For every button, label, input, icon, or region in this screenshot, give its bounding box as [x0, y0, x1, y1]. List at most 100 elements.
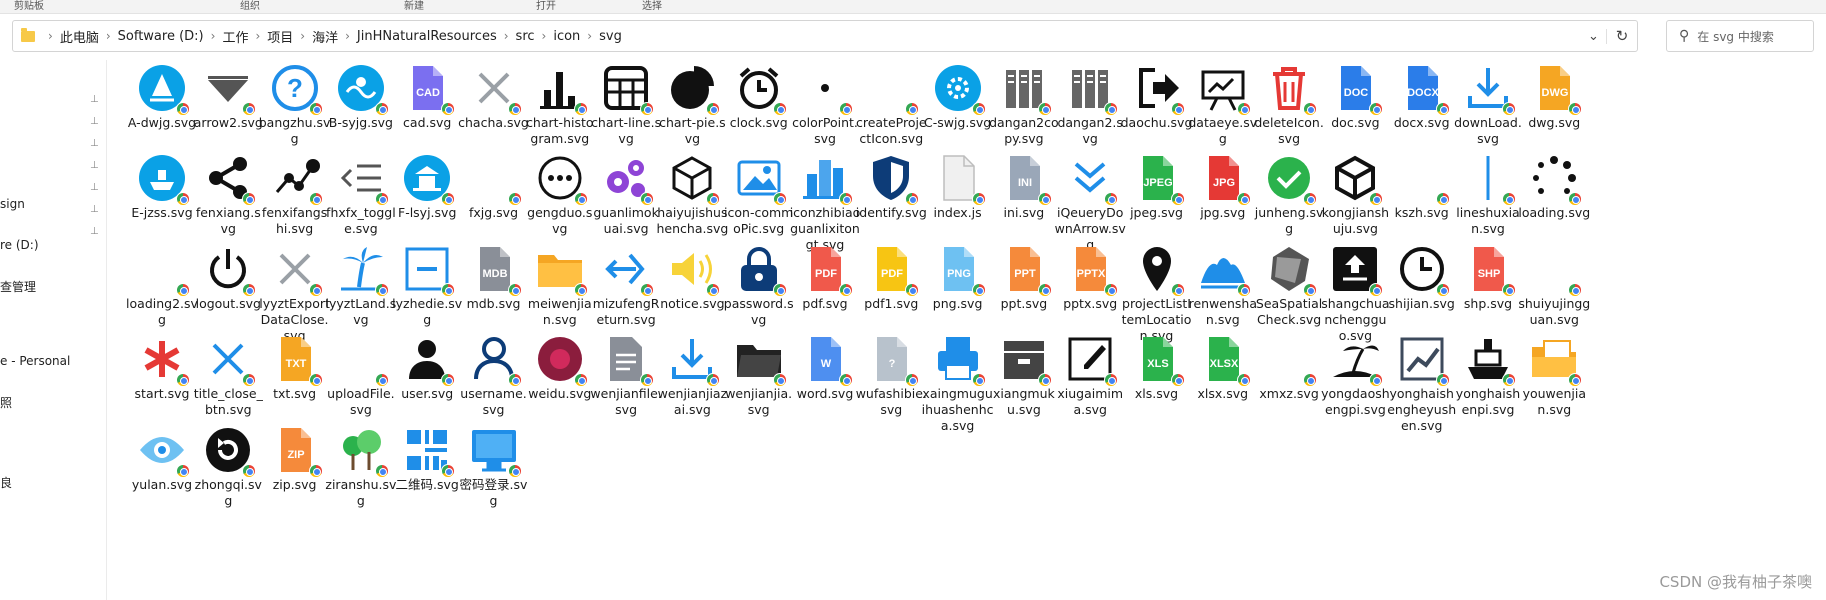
file-item[interactable]: lyzhedie.svg: [391, 243, 463, 347]
file-item[interactable]: yonghaishengheyushen.svg: [1386, 333, 1458, 437]
breadcrumb-item[interactable]: 此电脑: [60, 27, 99, 46]
file-item[interactable]: kszh.svg: [1386, 152, 1458, 256]
file-item[interactable]: colorPoint.svg: [789, 62, 861, 166]
file-item[interactable]: xaingmuguihuashenhca.svg: [922, 333, 994, 437]
file-item[interactable]: notice.svg: [656, 243, 728, 347]
file-item[interactable]: loading2.svg: [126, 243, 198, 347]
file-item[interactable]: start.svg: [126, 333, 198, 437]
file-item[interactable]: deleteIcon.svg: [1253, 62, 1325, 166]
file-item[interactable]: yongdaoshengpi.svg: [1319, 333, 1391, 437]
file-item[interactable]: identify.svg: [855, 152, 927, 256]
file-item[interactable]: dataeye.svg: [1187, 62, 1259, 166]
file-item[interactable]: shijian.svg: [1386, 243, 1458, 347]
file-item[interactable]: E-jzss.svg: [126, 152, 198, 256]
file-item[interactable]: uploadFile.svg: [325, 333, 397, 437]
file-item[interactable]: lyyztLand.svg: [325, 243, 397, 347]
file-item[interactable]: SHP shp.svg: [1452, 243, 1524, 347]
file-item[interactable]: PPT ppt.svg: [988, 243, 1060, 347]
file-item[interactable]: weidu.svg: [524, 333, 596, 437]
file-item[interactable]: xmxz.svg: [1253, 333, 1325, 437]
nav-item[interactable]: 查管理: [0, 278, 36, 295]
file-item[interactable]: PNG png.svg: [922, 243, 994, 347]
file-item[interactable]: JPEG jpeg.svg: [1121, 152, 1193, 256]
file-item[interactable]: chart-pie.svg: [656, 62, 728, 166]
file-item[interactable]: INI ini.svg: [988, 152, 1060, 256]
chevron-right-icon[interactable]: ›: [211, 29, 216, 43]
file-item[interactable]: Wword.svg: [789, 333, 861, 437]
file-item[interactable]: loading.svg: [1518, 152, 1590, 256]
file-item[interactable]: TXT txt.svg: [259, 333, 331, 437]
chevron-right-icon[interactable]: ›: [106, 29, 111, 43]
file-item[interactable]: ziranshu.svg: [325, 424, 397, 528]
search-input[interactable]: 在 svg 中搜索: [1697, 28, 1774, 45]
file-item[interactable]: gengduo.svg: [524, 152, 596, 256]
pin-icon[interactable]: ⊥: [90, 160, 99, 171]
file-item[interactable]: icon-commoPic.svg: [723, 152, 795, 256]
file-item[interactable]: arrow2.svg: [192, 62, 264, 166]
file-item[interactable]: 二维码.svg: [391, 424, 463, 528]
file-item[interactable]: projectListItemLocation.svg: [1121, 243, 1193, 347]
file-item[interactable]: clock.svg: [723, 62, 795, 166]
file-item[interactable]: meiwenjian.svg: [524, 243, 596, 347]
file-item[interactable]: DOCX docx.svg: [1386, 62, 1458, 166]
file-item[interactable]: shangchuanchengguo.svg: [1319, 243, 1391, 347]
file-item[interactable]: title_close_btn.svg: [192, 333, 264, 437]
breadcrumb-item[interactable]: 项目: [267, 27, 293, 46]
breadcrumb-item[interactable]: src: [516, 29, 535, 44]
file-item[interactable]: user.svg: [391, 333, 463, 437]
file-item[interactable]: wenjianjia.svg: [723, 333, 795, 437]
file-item[interactable]: yonghaishenpi.svg: [1452, 333, 1524, 437]
file-item[interactable]: wenjianjiazai.svg: [656, 333, 728, 437]
breadcrumb-item[interactable]: Software (D:): [118, 29, 204, 44]
breadcrumb-item[interactable]: 海洋: [312, 27, 338, 46]
nav-item[interactable]: re (D:): [0, 238, 39, 252]
file-item[interactable]: youwenjian.svg: [1518, 333, 1590, 437]
file-item[interactable]: SeaSpatialCheck.svg: [1253, 243, 1325, 347]
file-item[interactable]: renwenshan.svg: [1187, 243, 1259, 347]
pin-icon[interactable]: ⊥: [90, 226, 99, 237]
file-item[interactable]: xiugaimima.svg: [1054, 333, 1126, 437]
file-item[interactable]: DOC doc.svg: [1319, 62, 1391, 166]
file-item[interactable]: ? bangzhu.svg: [259, 62, 331, 166]
file-item[interactable]: iQeueryDownArrow.svg: [1054, 152, 1126, 256]
pin-icon[interactable]: ⊥: [90, 204, 99, 215]
file-item[interactable]: XLS xls.svg: [1121, 333, 1193, 437]
file-item[interactable]: chacha.svg: [458, 62, 530, 166]
file-item[interactable]: index.js: [922, 152, 994, 256]
file-item[interactable]: lyyztExportDataClose.svg: [259, 243, 331, 347]
file-item[interactable]: mizufengReturn.svg: [590, 243, 662, 347]
file-item[interactable]: guanlimokuai.svg: [590, 152, 662, 256]
file-item[interactable]: ? wufashibie.svg: [855, 333, 927, 437]
file-item[interactable]: dangan2copy.svg: [988, 62, 1060, 166]
file-item[interactable]: PPTX pptx.svg: [1054, 243, 1126, 347]
file-item[interactable]: daochu.svg: [1121, 62, 1193, 166]
file-item[interactable]: DWG dwg.svg: [1518, 62, 1590, 166]
file-item[interactable]: chart-line.svg: [590, 62, 662, 166]
file-item[interactable]: kongjianshuju.svg: [1319, 152, 1391, 256]
search-box[interactable]: ⚲ 在 svg 中搜索: [1666, 20, 1814, 52]
file-item[interactable]: 密码登录.svg: [458, 424, 530, 528]
file-item[interactable]: XLSX xlsx.svg: [1187, 333, 1259, 437]
file-item[interactable]: CAD cad.svg: [391, 62, 463, 166]
file-item[interactable]: PDF pdf1.svg: [855, 243, 927, 347]
chevron-right-icon[interactable]: ›: [587, 29, 592, 43]
file-item[interactable]: fenxifangshi.svg: [259, 152, 331, 256]
file-item[interactable]: haiyujishushencha.svg: [656, 152, 728, 256]
chevron-right-icon[interactable]: ›: [255, 29, 260, 43]
file-item[interactable]: createProjectIcon.svg: [855, 62, 927, 166]
breadcrumb-item[interactable]: 工作: [222, 27, 248, 46]
file-item[interactable]: zhongqi.svg: [192, 424, 264, 528]
file-item[interactable]: fhxfx_toggle.svg: [325, 152, 397, 256]
file-item[interactable]: lineshuxian.svg: [1452, 152, 1524, 256]
file-item[interactable]: C-swjg.svg: [922, 62, 994, 166]
file-item[interactable]: yulan.svg: [126, 424, 198, 528]
chevron-right-icon[interactable]: ›: [48, 29, 53, 43]
address-bar[interactable]: › 此电脑 › Software (D:) › 工作 › 项目 › 海洋 › JinHNatural…: [12, 20, 1638, 52]
pin-icon[interactable]: ⊥: [90, 94, 99, 105]
pin-icon[interactable]: ⊥: [90, 138, 99, 149]
file-item[interactable]: B-syjg.svg: [325, 62, 397, 166]
file-item[interactable]: logout.svg: [192, 243, 264, 347]
file-item[interactable]: dangan2.svg: [1054, 62, 1126, 166]
pin-icon[interactable]: ⊥: [90, 182, 99, 193]
nav-item[interactable]: sign: [0, 197, 25, 211]
